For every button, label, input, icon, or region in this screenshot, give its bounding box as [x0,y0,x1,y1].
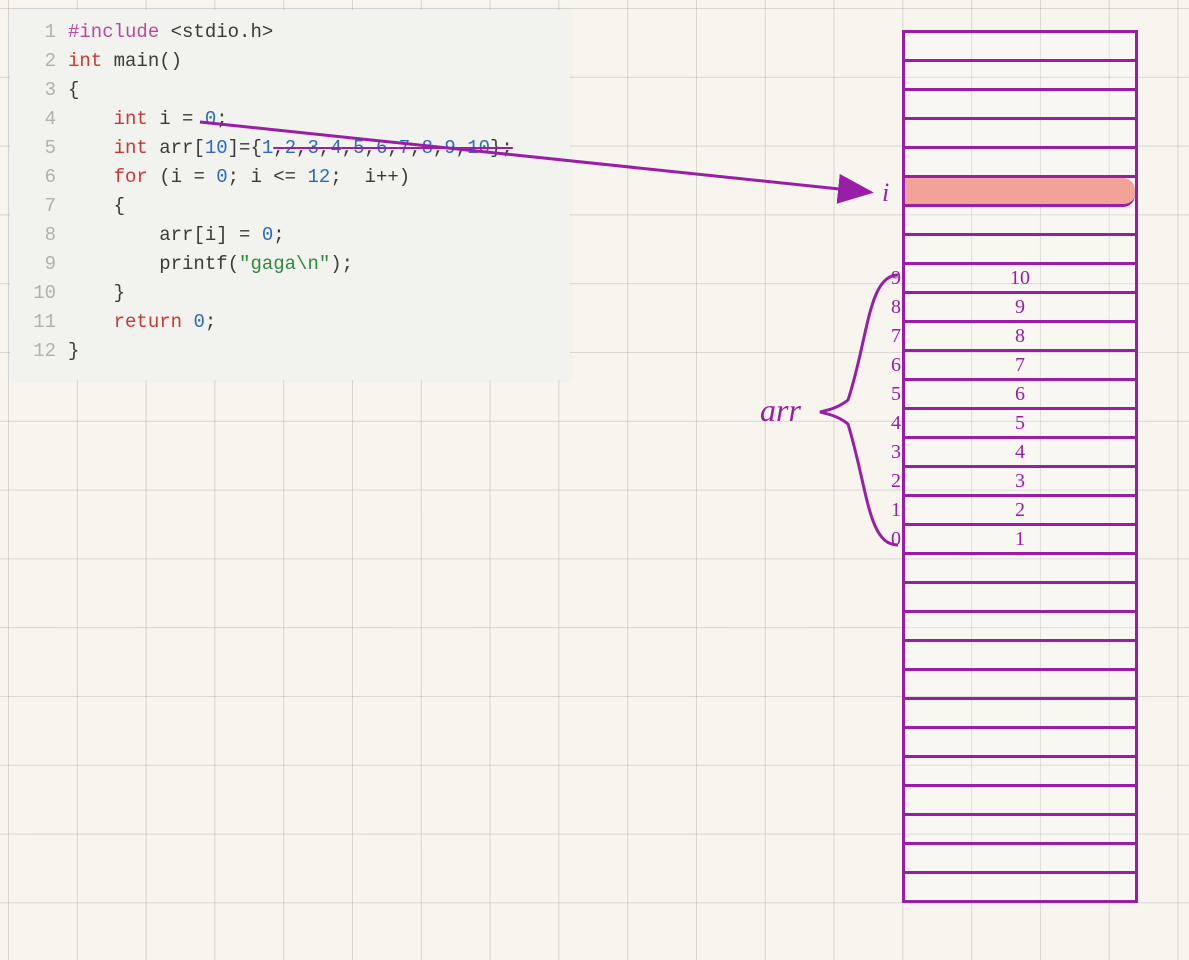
memory-cell-index: 3 [879,439,901,465]
memory-cell-index: 6 [879,352,901,378]
memory-cell-arr-0: 10 [905,526,1135,555]
memory-cell-arr-6: 76 [905,352,1135,381]
memory-cell-arr-7: 87 [905,323,1135,352]
line-number: 12 [10,337,68,366]
memory-cell-index: 0 [879,526,901,552]
memory-stack: 109988776655443322110 [902,30,1138,903]
code-line-8: 8 arr[i] = 0; [10,221,570,250]
memory-cell [905,845,1135,874]
code-block: 1#include <stdio.h>2int main()3{4 int i … [10,10,570,380]
memory-cell [905,33,1135,62]
memory-cell [905,787,1135,816]
code-line-2: 2int main() [10,47,570,76]
memory-cell [905,236,1135,265]
memory-cell-arr-4: 54 [905,410,1135,439]
memory-cell-index: 1 [879,497,901,523]
memory-cell [905,874,1135,900]
line-number: 8 [10,221,68,250]
label-arr: arr [760,392,801,429]
code-line-7: 7 { [10,192,570,221]
code-line-4: 4 int i = 0; [10,105,570,134]
code-text: int main() [68,47,182,76]
memory-cell [905,642,1135,671]
memory-cell [905,149,1135,178]
memory-cell [905,729,1135,758]
code-text: arr[i] = 0; [68,221,285,250]
code-line-1: 1#include <stdio.h> [10,18,570,47]
line-number: 6 [10,163,68,192]
memory-cell [905,62,1135,91]
code-line-10: 10 } [10,279,570,308]
code-text: int arr[10]={1,2,3,4,5,6,7,8,9,10}; [68,134,513,163]
memory-cell-index: 2 [879,468,901,494]
line-number: 4 [10,105,68,134]
memory-cell [905,671,1135,700]
code-text: int i = 0; [68,105,228,134]
code-text: for (i = 0; i <= 12; i++) [68,163,410,192]
line-number: 7 [10,192,68,221]
memory-cell [905,555,1135,584]
code-line-9: 9 printf("gaga\n"); [10,250,570,279]
line-number: 1 [10,18,68,47]
code-line-5: 5 int arr[10]={1,2,3,4,5,6,7,8,9,10}; [10,134,570,163]
code-text: #include <stdio.h> [68,18,273,47]
code-line-6: 6 for (i = 0; i <= 12; i++) [10,163,570,192]
memory-cell-index: 7 [879,323,901,349]
line-number: 2 [10,47,68,76]
line-number: 5 [10,134,68,163]
memory-cell-arr-1: 21 [905,497,1135,526]
line-number: 11 [10,308,68,337]
line-number: 9 [10,250,68,279]
memory-cell [905,120,1135,149]
code-line-11: 11 return 0; [10,308,570,337]
memory-cell [905,613,1135,642]
memory-cell [905,584,1135,613]
code-line-3: 3{ [10,76,570,105]
code-text: } [68,279,125,308]
memory-cell [905,207,1135,236]
memory-cell-i [905,178,1135,207]
memory-cell-arr-8: 98 [905,294,1135,323]
code-text: } [68,337,79,366]
code-text: return 0; [68,308,216,337]
label-i: i [882,178,889,208]
code-text: { [68,192,125,221]
memory-cell-arr-3: 43 [905,439,1135,468]
memory-cell-index: 4 [879,410,901,436]
memory-cell [905,91,1135,120]
memory-cell [905,700,1135,729]
memory-cell-index: 9 [879,265,901,291]
code-text: printf("gaga\n"); [68,250,353,279]
code-text: { [68,76,79,105]
line-number: 10 [10,279,68,308]
memory-cell-index: 5 [879,381,901,407]
memory-cell [905,758,1135,787]
memory-cell-arr-5: 65 [905,381,1135,410]
memory-cell-arr-2: 32 [905,468,1135,497]
code-line-12: 12} [10,337,570,366]
memory-cell-index: 8 [879,294,901,320]
line-number: 3 [10,76,68,105]
memory-cell-arr-9: 109 [905,265,1135,294]
memory-cell [905,816,1135,845]
